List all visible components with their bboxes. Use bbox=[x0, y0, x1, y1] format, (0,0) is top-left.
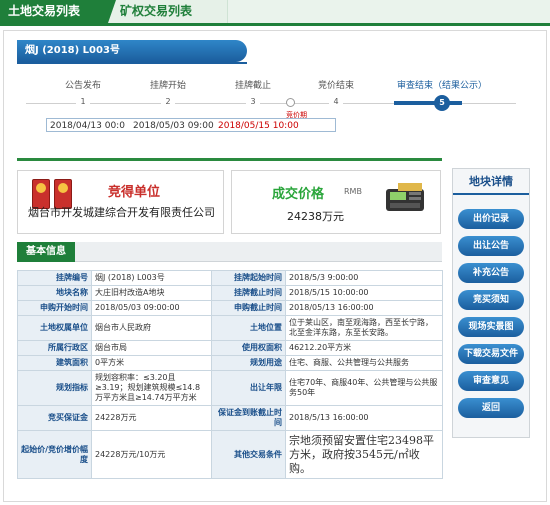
download-files-button[interactable]: 下载交易文件 bbox=[458, 344, 524, 364]
table-row: 竞买保证金 24228万元 保证金到账截止时间 2018/5/13 16:00:00 bbox=[17, 405, 443, 431]
step-label-publish: 公告发布 bbox=[64, 81, 101, 91]
field-label: 规划用途 bbox=[211, 355, 286, 371]
field-value: 规划容积率：≤3.20且≥3.19；规划建筑规模≤14.8万平方米且≥14.74… bbox=[91, 370, 212, 406]
field-value: 2018/05/13 16:00:00 bbox=[285, 300, 443, 316]
step-num: 1 bbox=[76, 97, 90, 106]
field-value: 0平方米 bbox=[91, 355, 212, 371]
price-title: 成交价格 bbox=[272, 187, 325, 202]
field-label: 土地位置 bbox=[211, 315, 286, 341]
field-value: 烟J (2018) L003号 bbox=[91, 270, 212, 286]
field-label: 挂牌截止时间 bbox=[211, 285, 286, 301]
section-divider bbox=[17, 158, 442, 161]
plot-details-sidebar: 地块详情 出价记录 出让公告 补充公告 竞买须知 现场实景图 下载交易文件 审查… bbox=[452, 168, 530, 438]
step-label-review-end: 审查结束（结果公示） bbox=[396, 81, 487, 91]
progress-steps: 公告发布 挂牌开始 挂牌截止 竞价结束 审查结束（结果公示） 1 2 3 4 5… bbox=[18, 74, 538, 154]
table-row: 建筑面积 0平方米 规划用途 住宅、商服、公共管理与公共服务 bbox=[17, 355, 443, 371]
basic-info-label: 基本信息 bbox=[17, 242, 75, 262]
field-label: 保证金到账截止时间 bbox=[211, 405, 286, 431]
supplement-notice-button[interactable]: 补充公告 bbox=[458, 263, 524, 283]
field-label: 挂牌起始时间 bbox=[211, 270, 286, 286]
bid-period-marker bbox=[286, 98, 295, 107]
field-value: 2018/05/03 09:00:00 bbox=[91, 300, 212, 316]
field-value: 24228万元 bbox=[91, 405, 212, 431]
winner-name: 烟台市开发城建综合开发有限责任公司 bbox=[28, 206, 215, 219]
field-value: 住宅70年、商服40年、公共管理与公共服务50年 bbox=[285, 370, 443, 406]
step-num: 4 bbox=[329, 97, 343, 106]
field-value: 2018/5/15 10:00:00 bbox=[285, 285, 443, 301]
field-label: 所属行政区 bbox=[17, 340, 92, 356]
field-label: 挂牌编号 bbox=[17, 270, 92, 286]
price-value: 24238万元 bbox=[287, 210, 344, 223]
field-value: 46212.20平方米 bbox=[285, 340, 443, 356]
trophy-icon bbox=[54, 179, 72, 209]
site-photos-button[interactable]: 现场实景图 bbox=[458, 317, 524, 337]
field-value: 2018/5/13 16:00:00 bbox=[285, 405, 443, 431]
table-row: 起始价/竞价增价幅度 24228万元/10万元 其他交易条件 宗地须预留安置住宅234… bbox=[17, 430, 443, 479]
field-label: 申购开始时间 bbox=[17, 300, 92, 316]
tab-mining-list[interactable]: 矿权交易列表 bbox=[108, 0, 228, 23]
field-value: 住宅、商服、公共管理与公共服务 bbox=[285, 355, 443, 371]
field-value: 烟台市人民政府 bbox=[91, 315, 212, 341]
field-label: 建筑面积 bbox=[17, 355, 92, 371]
step-label-listing-end: 挂牌截止 bbox=[234, 81, 271, 91]
table-row: 申购开始时间 2018/05/03 09:00:00 申购截止时间 2018/05/1… bbox=[17, 300, 443, 316]
date-listing-end: 2018/05/15 10:00 bbox=[218, 121, 299, 131]
field-label: 申购截止时间 bbox=[211, 300, 286, 316]
pos-terminal-icon bbox=[386, 183, 424, 211]
step-num: 2 bbox=[161, 97, 175, 106]
field-value: 24228万元/10万元 bbox=[91, 430, 212, 479]
listing-code-title: 烟J (2018) L003号 bbox=[17, 40, 247, 62]
bidder-instructions-button[interactable]: 竞买须知 bbox=[458, 290, 524, 310]
basic-info-table: 挂牌编号 烟J (2018) L003号 挂牌起始时间 2018/5/3 9:00:0… bbox=[17, 270, 443, 479]
price-card: 成交价格 RMB 24238万元 bbox=[231, 170, 441, 234]
sidebar-title: 地块详情 bbox=[453, 169, 529, 195]
step-label-listing-start: 挂牌开始 bbox=[149, 81, 186, 91]
bid-records-button[interactable]: 出价记录 bbox=[458, 209, 524, 229]
price-unit: RMB bbox=[344, 187, 362, 196]
date-listing-start: 2018/05/03 09:00 bbox=[133, 121, 214, 131]
tab-bar: 土地交易列表 矿权交易列表 bbox=[0, 0, 550, 26]
review-opinion-button[interactable]: 审查意见 bbox=[458, 371, 524, 391]
trophy-icon bbox=[32, 179, 50, 209]
field-label: 其他交易条件 bbox=[211, 430, 286, 479]
tab-land-list[interactable]: 土地交易列表 bbox=[0, 0, 108, 23]
field-label: 出让年限 bbox=[211, 370, 286, 406]
field-label: 起始价/竞价增价幅度 bbox=[17, 430, 92, 479]
field-value: 2018/5/3 9:00:00 bbox=[285, 270, 443, 286]
basic-info-header: 基本信息 bbox=[17, 242, 442, 262]
table-row: 挂牌编号 烟J (2018) L003号 挂牌起始时间 2018/5/3 9:00:0… bbox=[17, 270, 443, 286]
step-label-bid-end: 竞价结束 bbox=[317, 81, 354, 91]
field-label: 竞买保证金 bbox=[17, 405, 92, 431]
winner-card: 竞得单位 烟台市开发城建综合开发有限责任公司 bbox=[17, 170, 224, 234]
field-value: 宗地须预留安置住宅23498平方米，政府按3545元/㎡收购。 bbox=[285, 430, 443, 479]
title-underline bbox=[17, 62, 247, 64]
back-button[interactable]: 返回 bbox=[458, 398, 524, 418]
table-row: 地块名称 大庄旧村改造A地块 挂牌截止时间 2018/5/15 10:00:00 bbox=[17, 285, 443, 301]
step-num: 3 bbox=[246, 97, 260, 106]
field-label: 土地权属单位 bbox=[17, 315, 92, 341]
field-value: 位于莱山区，南至观海路，西至长宁路，北至金洋东路，东至长安路。 bbox=[285, 315, 443, 341]
progress-track-done bbox=[394, 101, 462, 105]
field-label: 使用权面积 bbox=[211, 340, 286, 356]
table-row: 所属行政区 烟台市局 使用权面积 46212.20平方米 bbox=[17, 340, 443, 356]
table-row: 土地权属单位 烟台市人民政府 土地位置 位于莱山区，南至观海路，西至长宁路，北至金洋东… bbox=[17, 315, 443, 341]
field-label: 地块名称 bbox=[17, 285, 92, 301]
date-publish: 2018/04/13 00:0 bbox=[50, 121, 125, 131]
transfer-notice-button[interactable]: 出让公告 bbox=[458, 236, 524, 256]
step-current-dot: 5 bbox=[434, 95, 450, 111]
field-value: 烟台市局 bbox=[91, 340, 212, 356]
winner-title: 竞得单位 bbox=[108, 185, 161, 200]
field-value: 大庄旧村改造A地块 bbox=[91, 285, 212, 301]
field-label: 规划指标 bbox=[17, 370, 92, 406]
table-row: 规划指标 规划容积率：≤3.20且≥3.19；规划建筑规模≤14.8万平方米且≥1… bbox=[17, 370, 443, 406]
